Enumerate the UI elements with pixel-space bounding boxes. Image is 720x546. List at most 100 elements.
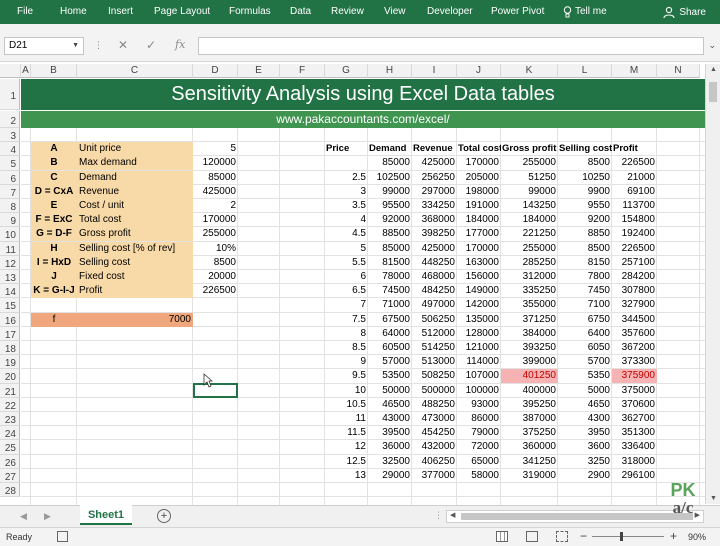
chevron-down-icon[interactable]: ▼ bbox=[72, 38, 79, 54]
table-cell[interactable]: 297000 bbox=[412, 185, 457, 199]
table-cell[interactable]: 7.5 bbox=[325, 313, 368, 327]
table-cell[interactable]: 9900 bbox=[558, 185, 612, 199]
table-header-cell[interactable]: Price bbox=[325, 142, 368, 156]
tab-file[interactable]: File bbox=[17, 5, 33, 19]
table-cell[interactable]: 29000 bbox=[368, 469, 412, 483]
table-cell[interactable]: 5000 bbox=[558, 384, 612, 398]
table-cell[interactable]: 488250 bbox=[412, 398, 457, 412]
table-cell[interactable]: 107000 bbox=[457, 369, 501, 383]
row-header-14[interactable]: 14 bbox=[0, 284, 20, 299]
zoom-slider-handle[interactable] bbox=[620, 532, 623, 541]
table-cell[interactable]: 86000 bbox=[457, 412, 501, 426]
table-cell[interactable]: 508250 bbox=[412, 369, 457, 383]
tab-formulas[interactable]: Formulas bbox=[229, 5, 271, 19]
table-cell[interactable]: 50000 bbox=[368, 384, 412, 398]
row-header-21[interactable]: 21 bbox=[0, 383, 20, 398]
table-cell[interactable]: 8 bbox=[325, 327, 368, 341]
sheet-tab-sheet1[interactable]: Sheet1 bbox=[80, 505, 132, 525]
table-header-cell[interactable]: Total cost bbox=[457, 142, 501, 156]
table-cell[interactable]: 319000 bbox=[501, 469, 558, 483]
input-value-cell[interactable]: 85000 bbox=[193, 171, 238, 185]
table-cell[interactable]: 387000 bbox=[501, 412, 558, 426]
row-header-11[interactable]: 11 bbox=[0, 241, 20, 256]
input-key-cell[interactable]: E bbox=[31, 199, 77, 213]
table-cell[interactable]: 454250 bbox=[412, 426, 457, 440]
input-value-cell[interactable]: 226500 bbox=[193, 284, 238, 298]
column-header-k[interactable]: K bbox=[501, 64, 558, 78]
scroll-up-icon[interactable]: ▲ bbox=[710, 66, 717, 73]
table-cell[interactable]: 398250 bbox=[412, 227, 457, 241]
row-header-17[interactable]: 17 bbox=[0, 326, 20, 341]
table-cell[interactable]: 3250 bbox=[558, 455, 612, 469]
row-header-24[interactable]: 24 bbox=[0, 426, 20, 441]
table-cell[interactable]: 72000 bbox=[457, 440, 501, 454]
table-cell[interactable]: 46500 bbox=[368, 398, 412, 412]
f-value-cell[interactable]: 7000 bbox=[77, 312, 193, 327]
formula-input[interactable] bbox=[198, 37, 704, 55]
input-label-cell[interactable]: Gross profit bbox=[77, 227, 193, 242]
row-header-10[interactable]: 10 bbox=[0, 227, 20, 242]
table-cell[interactable]: 335250 bbox=[501, 284, 558, 298]
table-cell[interactable]: 88500 bbox=[368, 227, 412, 241]
table-cell[interactable]: 57000 bbox=[368, 355, 412, 369]
table-cell[interactable]: 375900 bbox=[612, 369, 657, 384]
tab-developer[interactable]: Developer bbox=[427, 5, 473, 19]
table-cell[interactable]: 5 bbox=[325, 242, 368, 256]
normal-view-icon[interactable] bbox=[496, 531, 508, 542]
table-cell[interactable]: 9 bbox=[325, 355, 368, 369]
input-label-cell[interactable]: Unit price bbox=[77, 142, 193, 157]
table-cell[interactable]: 6400 bbox=[558, 327, 612, 341]
row-header-9[interactable]: 9 bbox=[0, 213, 20, 228]
table-cell[interactable]: 8500 bbox=[558, 156, 612, 170]
share-button[interactable]: Share bbox=[657, 3, 712, 21]
table-header-cell[interactable]: Gross profit bbox=[501, 142, 558, 156]
table-cell[interactable]: 95500 bbox=[368, 199, 412, 213]
table-cell[interactable] bbox=[325, 156, 368, 170]
input-value-cell[interactable]: 2 bbox=[193, 199, 238, 213]
table-cell[interactable]: 425000 bbox=[412, 242, 457, 256]
table-cell[interactable]: 425000 bbox=[412, 156, 457, 170]
table-cell[interactable]: 65000 bbox=[457, 455, 501, 469]
row-header-16[interactable]: 16 bbox=[0, 312, 20, 327]
input-label-cell[interactable]: Demand bbox=[77, 170, 193, 185]
table-cell[interactable]: 401250 bbox=[501, 369, 558, 384]
table-cell[interactable]: 154800 bbox=[612, 213, 657, 227]
table-cell[interactable]: 312000 bbox=[501, 270, 558, 284]
input-label-cell[interactable]: Max demand bbox=[77, 156, 193, 171]
table-cell[interactable]: 360000 bbox=[501, 440, 558, 454]
table-cell[interactable]: 156000 bbox=[457, 270, 501, 284]
table-cell[interactable]: 370600 bbox=[612, 398, 657, 412]
table-cell[interactable]: 128000 bbox=[457, 327, 501, 341]
tab-insert[interactable]: Insert bbox=[108, 5, 133, 19]
table-header-cell[interactable]: Profit bbox=[612, 142, 657, 156]
table-cell[interactable]: 71000 bbox=[368, 298, 412, 312]
row-header-4[interactable]: 4 bbox=[0, 142, 20, 157]
table-cell[interactable]: 149000 bbox=[457, 284, 501, 298]
table-cell[interactable]: 85000 bbox=[368, 242, 412, 256]
table-cell[interactable]: 4 bbox=[325, 213, 368, 227]
input-key-cell[interactable]: I = HxD bbox=[31, 255, 77, 270]
table-cell[interactable]: 226500 bbox=[612, 242, 657, 256]
table-cell[interactable]: 163000 bbox=[457, 256, 501, 270]
table-cell[interactable]: 191000 bbox=[457, 199, 501, 213]
table-cell[interactable]: 3600 bbox=[558, 440, 612, 454]
column-header-d[interactable]: D bbox=[193, 64, 238, 78]
enter-icon[interactable]: ✓ bbox=[146, 38, 156, 52]
table-cell[interactable]: 135000 bbox=[457, 313, 501, 327]
expand-formula-bar-icon[interactable]: ⌄ bbox=[708, 40, 716, 51]
table-cell[interactable]: 307800 bbox=[612, 284, 657, 298]
table-cell[interactable]: 285250 bbox=[501, 256, 558, 270]
table-cell[interactable]: 318000 bbox=[612, 455, 657, 469]
row-header-28[interactable]: 28 bbox=[0, 483, 20, 498]
input-key-cell[interactable]: C bbox=[31, 170, 77, 185]
input-key-cell[interactable]: B bbox=[31, 156, 77, 171]
table-cell[interactable]: 513000 bbox=[412, 355, 457, 369]
row-header-25[interactable]: 25 bbox=[0, 440, 20, 455]
input-value-cell[interactable]: 425000 bbox=[193, 185, 238, 199]
row-header-27[interactable]: 27 bbox=[0, 468, 20, 483]
table-cell[interactable]: 74500 bbox=[368, 284, 412, 298]
table-cell[interactable]: 51250 bbox=[501, 171, 558, 185]
table-cell[interactable]: 5350 bbox=[558, 369, 612, 383]
table-cell[interactable]: 8500 bbox=[558, 242, 612, 256]
table-cell[interactable]: 2.5 bbox=[325, 171, 368, 185]
